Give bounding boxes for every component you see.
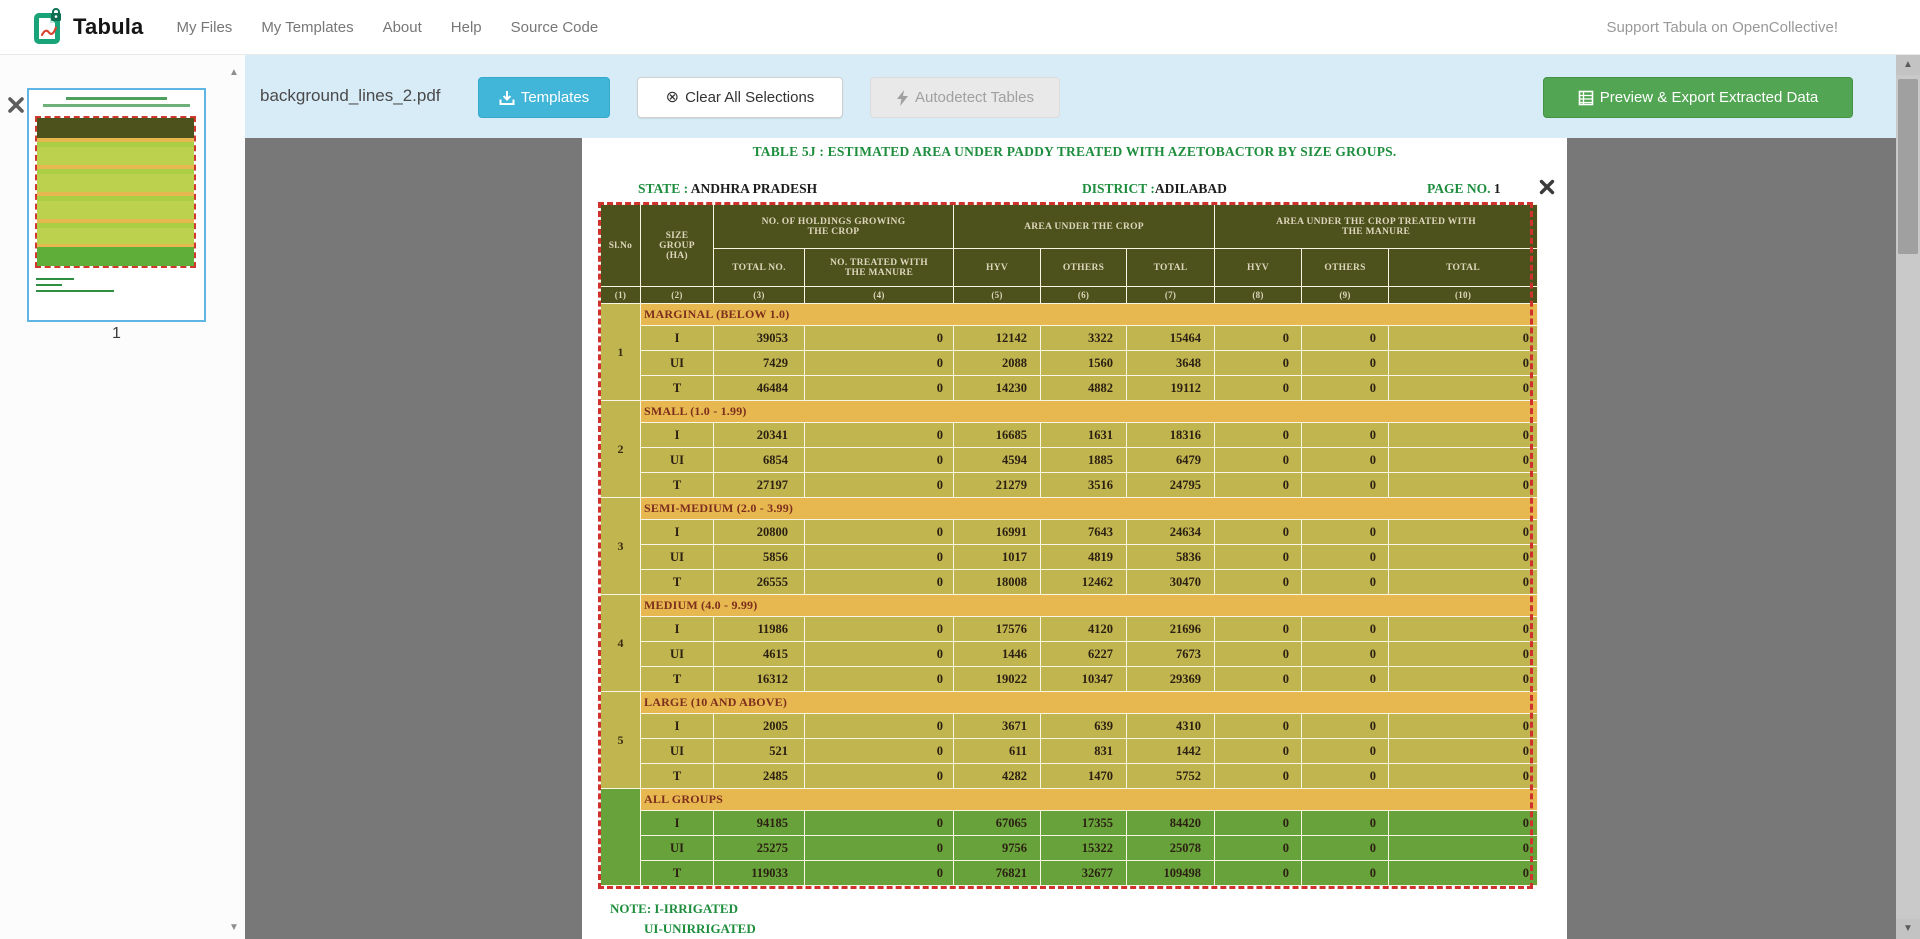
app-header: Tabula My Files My Templates About Help …: [0, 0, 1920, 55]
sidebar: 1 ▲ ▼: [0, 55, 245, 939]
pdf-page[interactable]: TABLE 5J : ESTIMATED AREA UNDER PADDY TR…: [582, 138, 1567, 939]
state-line: STATE : ANDHRA PRADESH: [638, 181, 817, 197]
templates-label: Templates: [521, 89, 589, 106]
thumb-table-rows: [37, 138, 194, 244]
note-line: NOTE: I-IRRIGATED: [610, 901, 738, 917]
page-no-line: PAGE NO. 1: [1427, 181, 1501, 197]
preview-export-button[interactable]: Preview & Export Extracted Data: [1543, 77, 1853, 118]
autodetect-tables-button[interactable]: Autodetect Tables: [870, 77, 1060, 118]
document-title: TABLE 5J : ESTIMATED AREA UNDER PADDY TR…: [582, 144, 1567, 160]
district-line: DISTRICT :ADILABAD: [1082, 181, 1227, 197]
vertical-scrollbar[interactable]: ▲ ▼: [1896, 55, 1920, 939]
clear-icon: ⊗: [666, 90, 679, 106]
page-thumbnail[interactable]: [27, 88, 206, 322]
thumb-table-footer: [37, 244, 194, 266]
clear-all-selections-button[interactable]: ⊗ Clear All Selections: [637, 77, 843, 118]
autodetect-label: Autodetect Tables: [915, 89, 1034, 106]
sidebar-scroll-up-icon[interactable]: ▲: [226, 67, 242, 78]
state-value: ANDHRA PRADESH: [691, 181, 817, 196]
scrollbar-thumb[interactable]: [1898, 79, 1918, 254]
export-label: Preview & Export Extracted Data: [1600, 89, 1818, 106]
toolbar: background_lines_2.pdf Templates ⊗ Clear…: [245, 55, 1920, 138]
nav-help[interactable]: Help: [451, 19, 482, 36]
page-no-value: 1: [1494, 181, 1501, 196]
thumb-note-line: [36, 290, 114, 292]
page-no-label: PAGE NO.: [1427, 181, 1491, 196]
templates-icon: [499, 90, 515, 106]
page-number-label: 1: [27, 325, 206, 343]
main-nav: My Files My Templates About Help Source …: [176, 19, 627, 36]
thumb-note-line: [36, 284, 62, 286]
nav-my-files[interactable]: My Files: [176, 19, 232, 36]
thumb-title-line: [66, 97, 168, 100]
tabula-logo-icon: [34, 8, 64, 46]
table-selection[interactable]: [598, 202, 1533, 889]
clear-label: Clear All Selections: [685, 89, 814, 106]
sidebar-scroll-down-icon[interactable]: ▼: [226, 922, 242, 933]
document-canvas: TABLE 5J : ESTIMATED AREA UNDER PADDY TR…: [245, 138, 1920, 939]
thumb-table-selection: [35, 116, 196, 268]
templates-button[interactable]: Templates: [478, 77, 610, 118]
note-line: UI-UNIRRIGATED: [644, 921, 756, 937]
thumb-note-line: [36, 278, 74, 280]
scroll-down-icon[interactable]: ▼: [1896, 919, 1920, 939]
nav-about[interactable]: About: [383, 19, 422, 36]
nav-my-templates[interactable]: My Templates: [261, 19, 353, 36]
scroll-up-icon[interactable]: ▲: [1896, 55, 1920, 75]
state-label: STATE :: [638, 181, 688, 196]
thumb-table-header: [37, 118, 194, 138]
district-label: DISTRICT :: [1082, 181, 1155, 196]
remove-page-icon[interactable]: [6, 95, 26, 115]
nav-source-code[interactable]: Source Code: [511, 19, 599, 36]
filename-label: background_lines_2.pdf: [260, 86, 441, 106]
thumb-subtitle-line: [43, 104, 190, 107]
lightning-icon: [896, 90, 909, 106]
district-value: ADILABAD: [1155, 181, 1227, 196]
remove-selection-icon[interactable]: [1538, 178, 1556, 196]
support-link[interactable]: Support Tabula on OpenCollective!: [1606, 19, 1838, 36]
brand-title: Tabula: [73, 14, 143, 40]
main-panel: background_lines_2.pdf Templates ⊗ Clear…: [245, 55, 1920, 939]
table-icon: [1578, 90, 1594, 106]
workspace: 1 ▲ ▼ background_lines_2.pdf Templates ⊗…: [0, 55, 1920, 939]
